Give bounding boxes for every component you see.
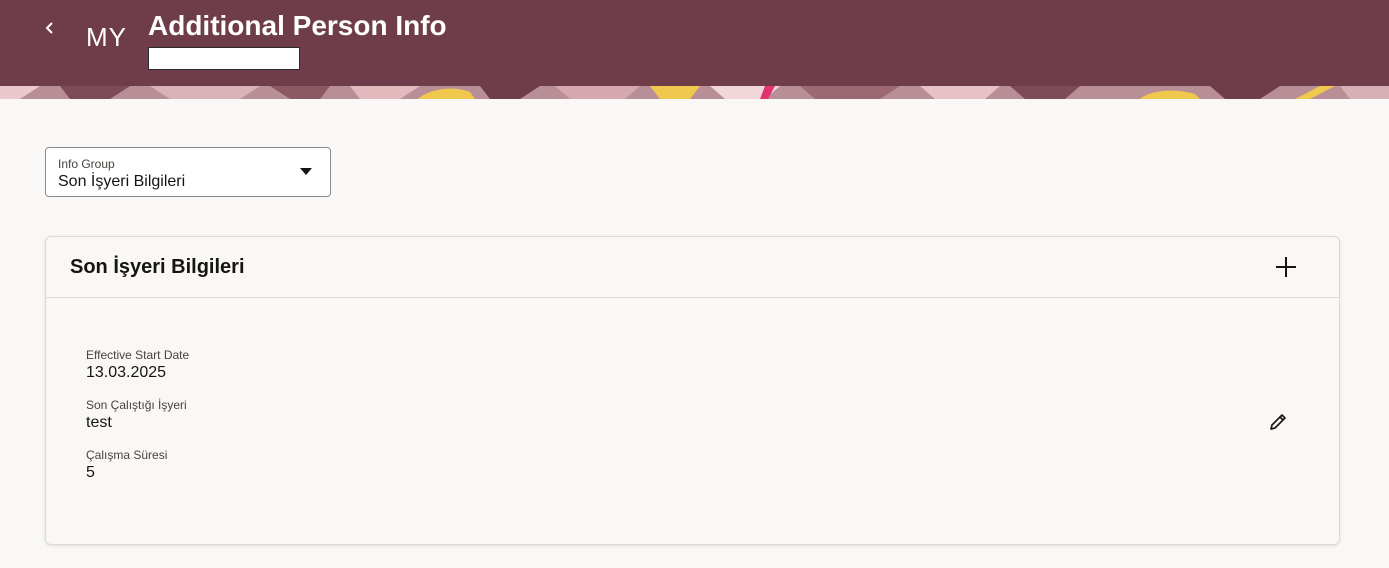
section-card-header: Son İşyeri Bilgileri <box>46 237 1339 298</box>
section-title: Son İşyeri Bilgileri <box>70 256 245 278</box>
last-workplace-label: Son Çalıştığı İşyeri <box>86 398 187 412</box>
chevron-left-icon <box>45 22 53 34</box>
effective-start-date-value: 13.03.2025 <box>86 364 167 381</box>
info-group-label: Info Group <box>58 157 115 171</box>
banner-pattern <box>0 86 1389 99</box>
effective-start-date-label: Effective Start Date <box>86 348 190 362</box>
caret-down-icon <box>300 168 312 175</box>
info-group-value: Son İşyeri Bilgileri <box>58 173 186 190</box>
work-duration-label: Çalışma Süresi <box>86 448 168 462</box>
last-workplace-value: test <box>86 414 112 431</box>
page-header: MY Additional Person Info <box>0 0 1389 86</box>
edit-button[interactable] <box>1267 411 1289 433</box>
avatar-initials: MY <box>86 22 127 52</box>
person-name-field <box>148 47 300 70</box>
plus-icon <box>1276 257 1296 277</box>
work-duration-value: 5 <box>86 464 95 481</box>
add-button[interactable] <box>1273 254 1299 280</box>
section-card: Son İşyeri Bilgileri Effective Start Dat… <box>45 236 1340 545</box>
decorative-banner <box>0 86 1389 99</box>
page-title: Additional Person Info <box>148 10 447 41</box>
pencil-icon <box>1270 414 1286 430</box>
back-button[interactable] <box>38 14 62 42</box>
info-group-select[interactable]: Info Group Son İşyeri Bilgileri <box>45 147 331 197</box>
